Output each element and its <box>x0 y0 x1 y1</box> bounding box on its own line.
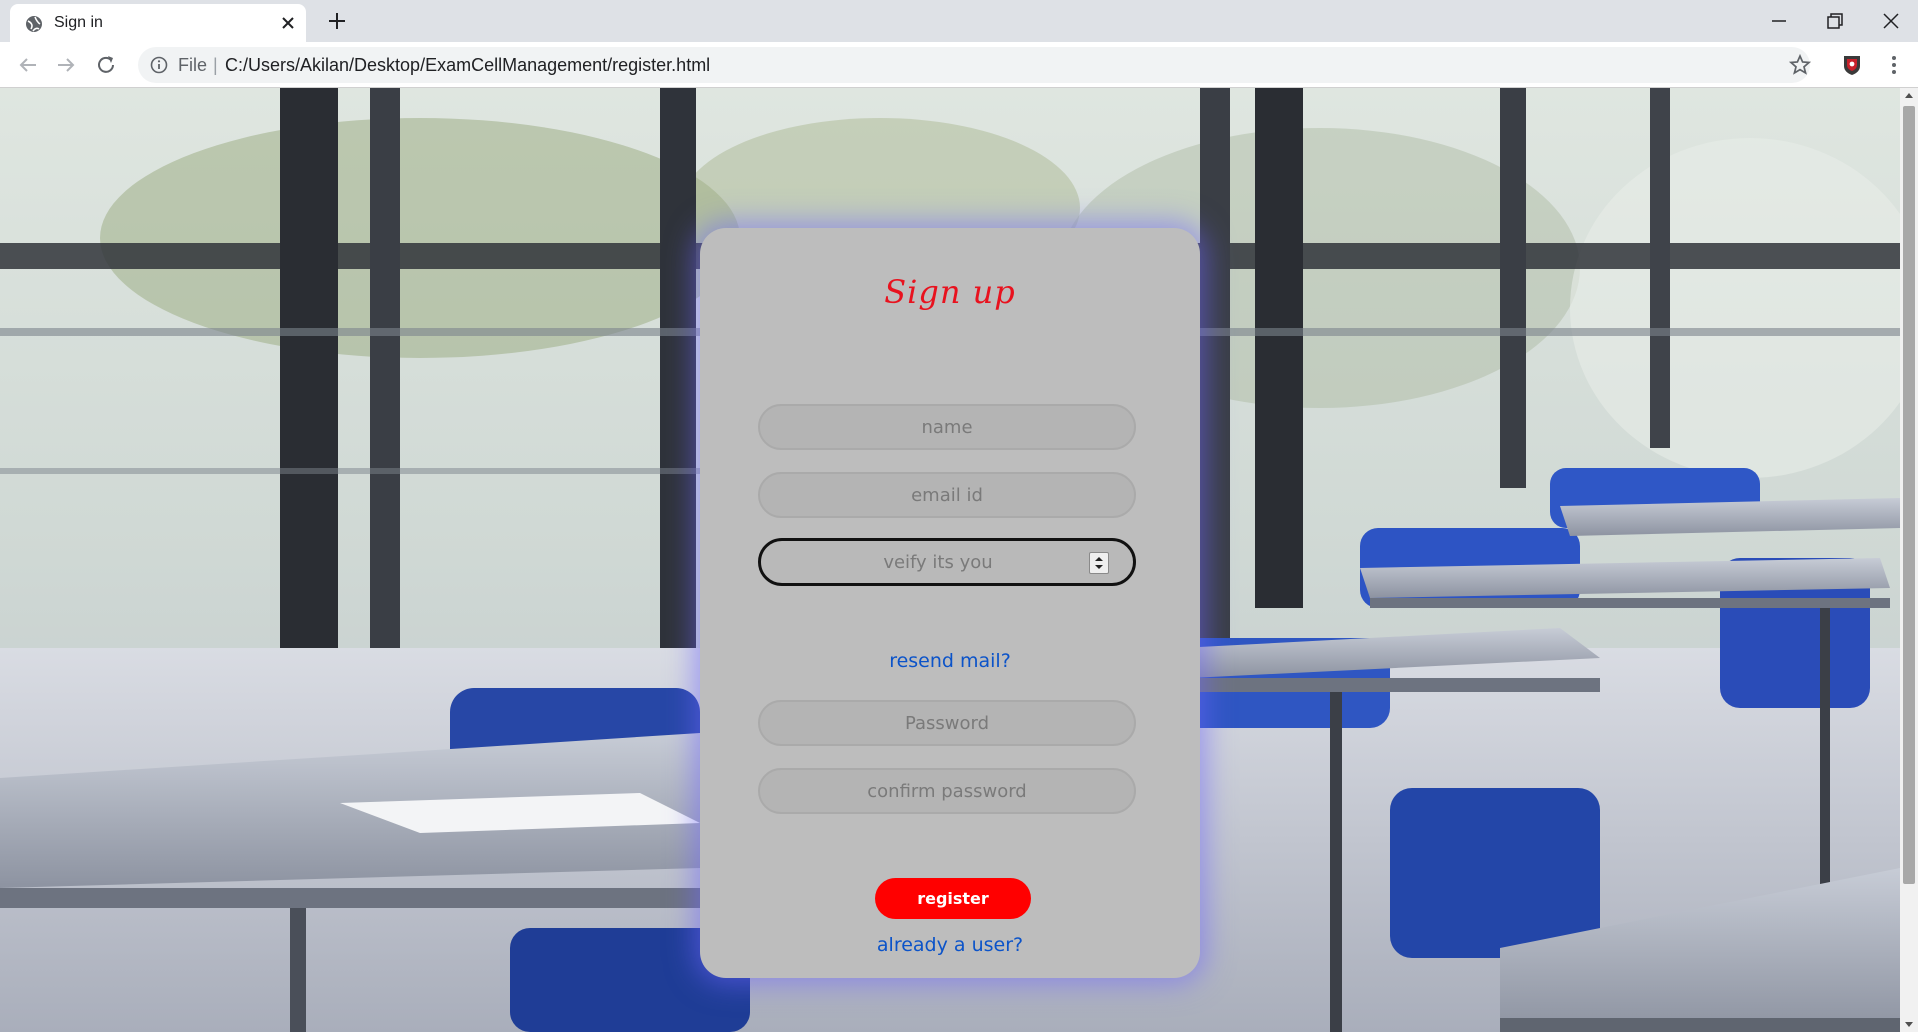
verify-code-field[interactable]: veify its you <box>758 538 1136 586</box>
confirm-password-placeholder: confirm password <box>867 780 1027 802</box>
url-separator: | <box>213 55 218 75</box>
name-field[interactable]: name <box>758 404 1136 450</box>
already-user-link[interactable]: already a user? <box>700 934 1200 956</box>
window-close-icon[interactable] <box>1878 8 1904 34</box>
scroll-down-icon[interactable] <box>1900 1016 1918 1032</box>
url-scheme: File <box>178 55 208 75</box>
info-icon[interactable] <box>150 56 168 74</box>
star-icon[interactable] <box>1788 53 1812 77</box>
page-viewport: Sign up name email id veify its you rese… <box>0 88 1900 1032</box>
resend-mail-link[interactable]: resend mail? <box>700 650 1200 672</box>
email-placeholder: email id <box>911 484 983 506</box>
confirm-password-field[interactable]: confirm password <box>758 768 1136 814</box>
address-bar[interactable]: File | C:/Users/Akilan/Desktop/ExamCellM… <box>138 47 1810 83</box>
close-icon[interactable] <box>280 15 296 31</box>
tab-title: Sign in <box>54 14 103 31</box>
signup-card: Sign up name email id veify its you rese… <box>700 228 1200 978</box>
browser-tab[interactable]: Sign in <box>10 4 306 42</box>
tab-strip: Sign in <box>0 0 1918 42</box>
globe-icon <box>26 16 42 32</box>
register-button[interactable]: register <box>875 878 1031 919</box>
scroll-up-icon[interactable] <box>1900 88 1918 104</box>
extension-icon[interactable] <box>1840 53 1864 77</box>
forward-icon[interactable] <box>54 53 78 77</box>
verify-placeholder: veify its you <box>883 551 993 573</box>
signup-title: Sign up <box>884 273 1016 311</box>
reload-icon[interactable] <box>94 53 118 77</box>
name-placeholder: name <box>921 416 973 438</box>
page-scrollbar[interactable] <box>1900 88 1918 1032</box>
restore-icon[interactable] <box>1822 8 1848 34</box>
email-field[interactable]: email id <box>758 472 1136 518</box>
password-field[interactable]: Password <box>758 700 1136 746</box>
plus-icon[interactable] <box>326 10 348 32</box>
back-icon[interactable] <box>16 53 40 77</box>
url-text[interactable]: C:/Users/Akilan/Desktop/ExamCellManageme… <box>225 55 710 76</box>
spin-icon[interactable] <box>1089 552 1109 574</box>
password-placeholder: Password <box>904 712 990 734</box>
scrollbar-thumb[interactable] <box>1903 106 1915 884</box>
menu-icon[interactable] <box>1882 53 1906 77</box>
minimize-icon[interactable] <box>1766 8 1792 34</box>
browser-toolbar: File | C:/Users/Akilan/Desktop/ExamCellM… <box>0 42 1918 88</box>
